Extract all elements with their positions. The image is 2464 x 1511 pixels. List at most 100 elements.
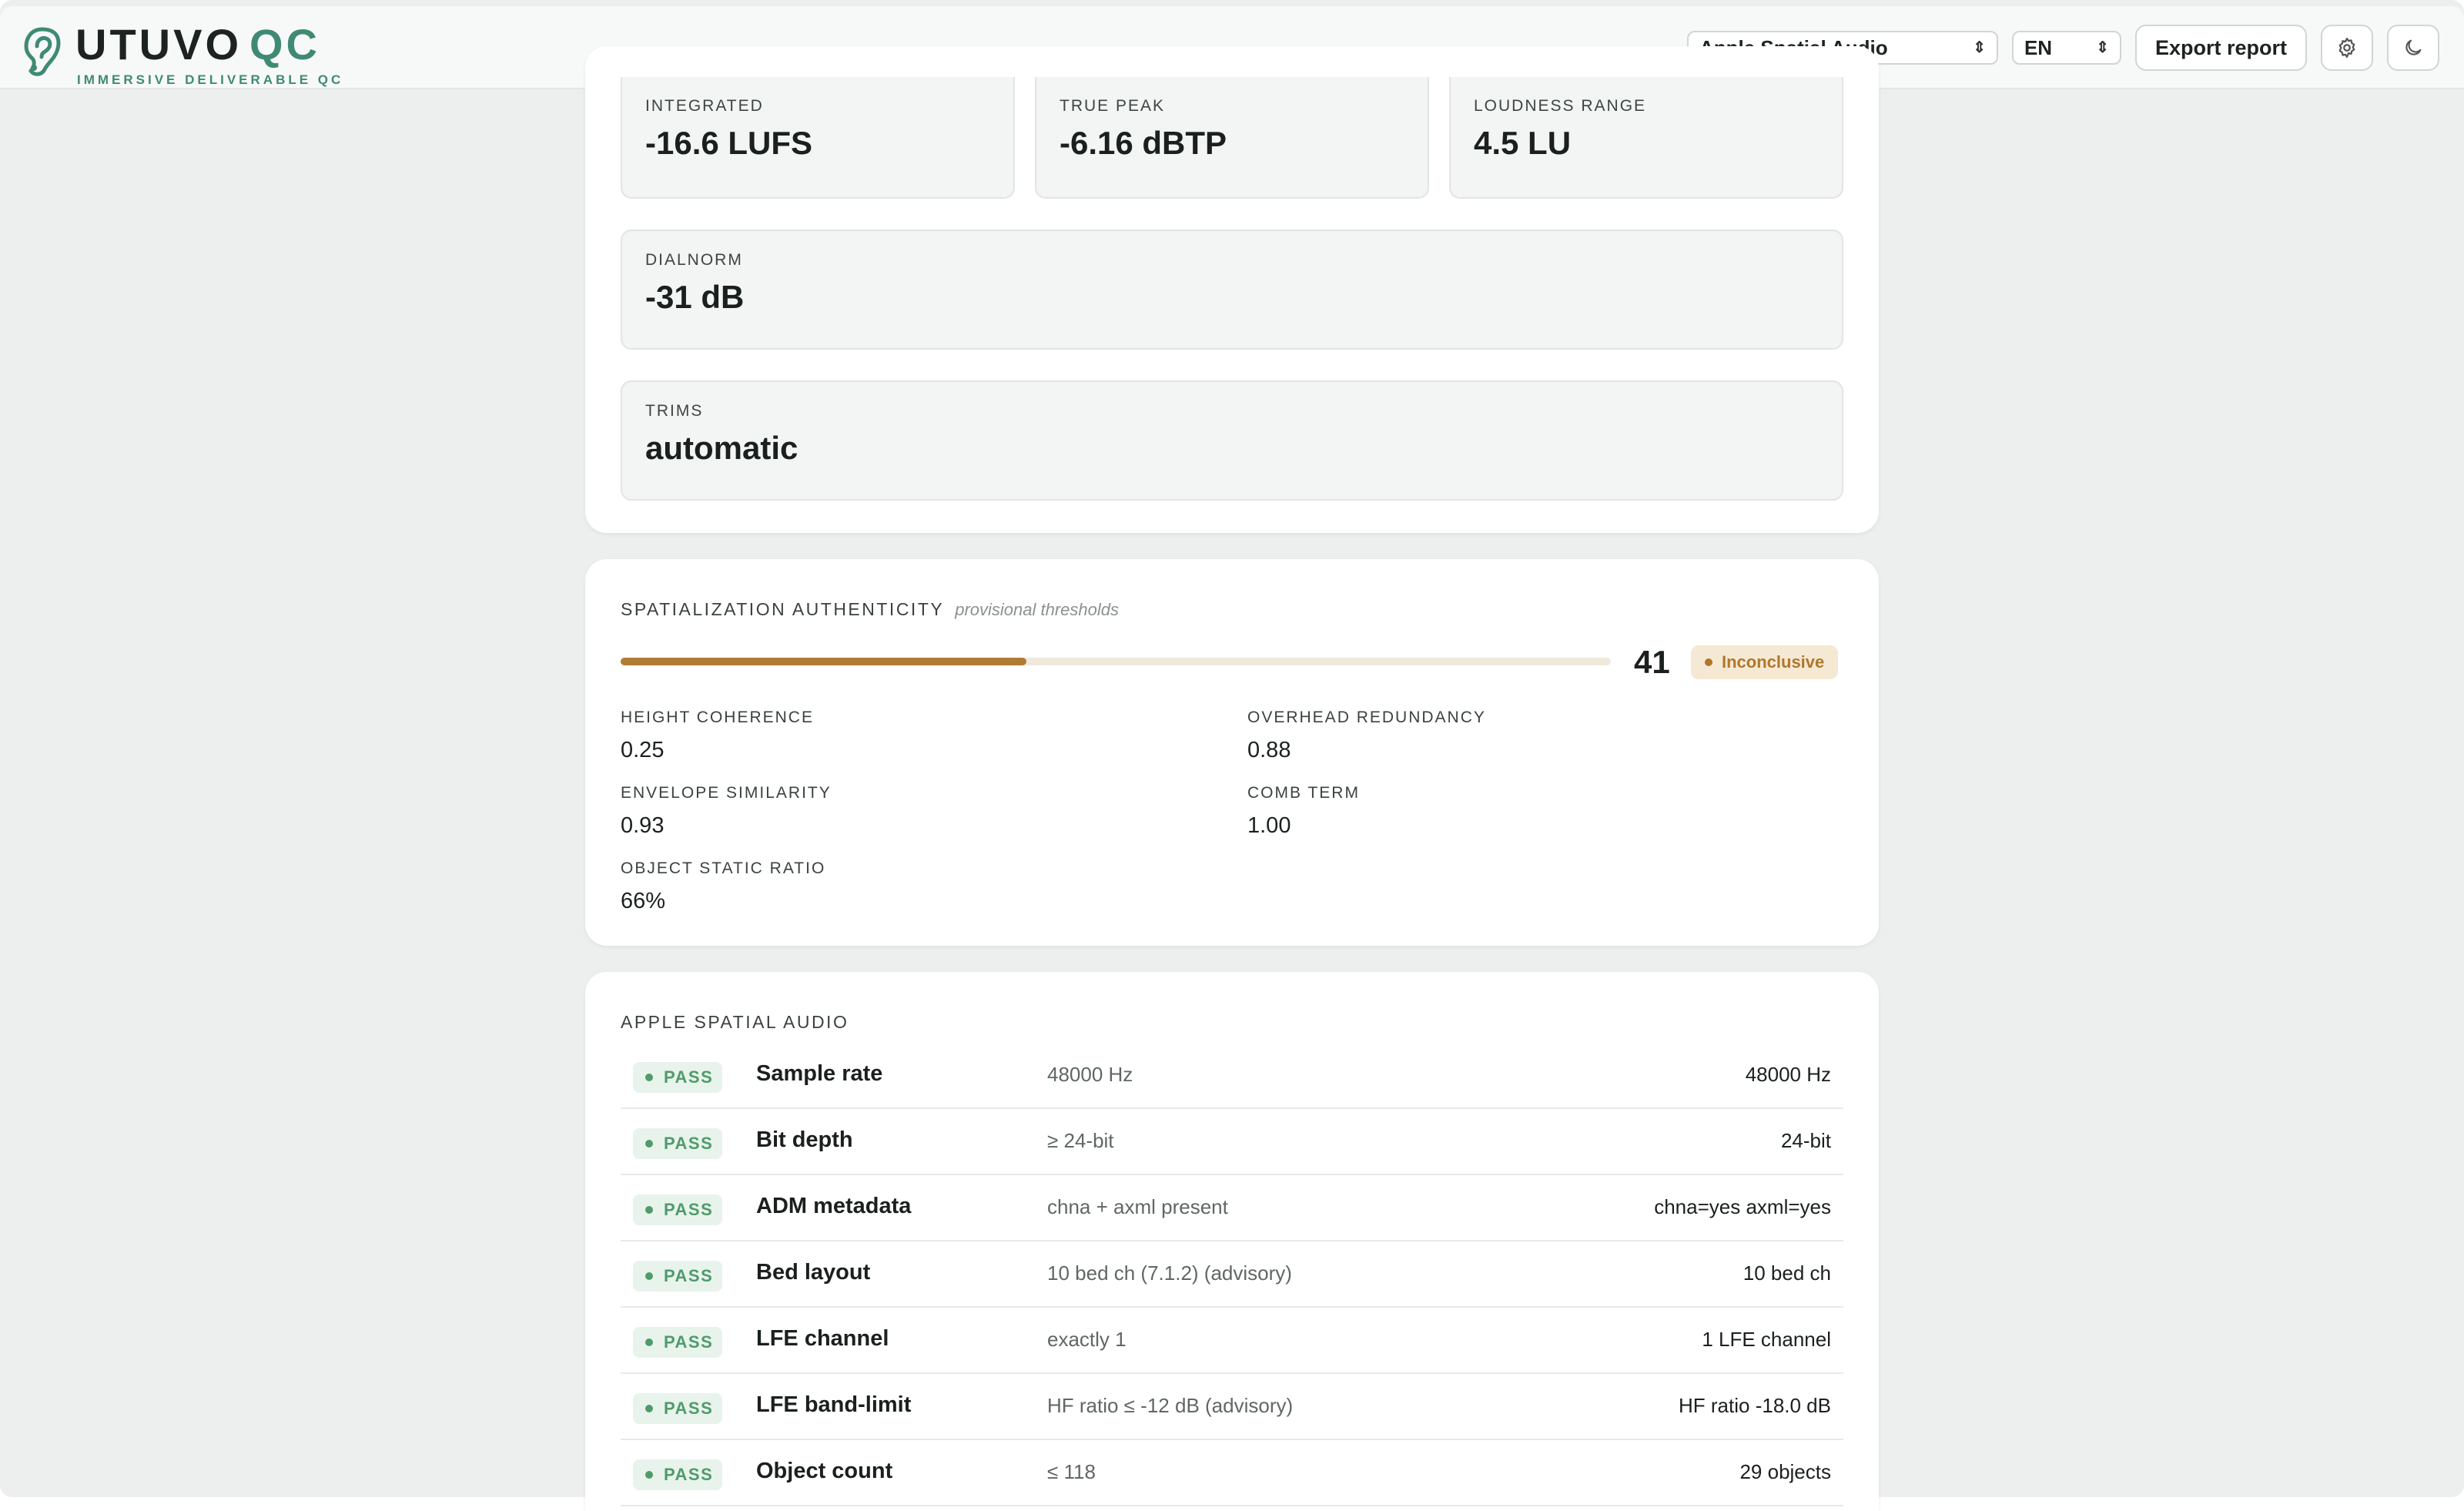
spatialization-note: provisional thresholds [955,600,1119,619]
moon-icon [2405,39,2422,55]
check-row[interactable]: PASS LFE channel exactly 1 1 LFE channel [621,1308,1843,1374]
check-name: Bit depth [756,1127,853,1152]
pass-badge-label: PASS [664,1399,714,1418]
metric-value: 0.25 [621,738,665,762]
profile-checks-card: APPLE SPATIAL AUDIO PASS Sample rate 48000… [585,972,1879,1511]
check-requirement: chna + axml present [1047,1195,1228,1218]
status-dot-icon [645,1471,653,1479]
check-row[interactable]: PASS Sample rate 48000 Hz 48000 Hz [621,1043,1843,1109]
check-result: HF ratio -18.0 dB [1679,1394,1831,1417]
metric-overhead-redundancy: OVERHEAD REDUNDANCY 0.88 [1247,709,1486,763]
ear-logo-icon [24,27,61,76]
integrated-label: INTEGRATED [645,97,764,115]
chevron-updown-icon: ⇕ [1973,39,1986,56]
authenticity-score-fill [621,658,1027,665]
metric-value: 0.93 [621,813,665,838]
check-name: LFE channel [756,1326,889,1351]
metric-object-static-ratio: OBJECT STATIC RATIO 66% [621,859,825,914]
check-name: ADM metadata [756,1194,912,1218]
loudness-range-value: 4.5 LU [1474,125,1572,161]
pass-badge-label: PASS [664,1200,714,1219]
status-dot-icon [645,1140,653,1147]
check-requirement: ≤ 118 [1047,1460,1096,1483]
trims-label: TRIMS [645,402,704,420]
metric-label: ENVELOPE SIMILARITY [621,784,832,802]
trims-tile: TRIMS automatic [621,380,1843,501]
pass-badge-label: PASS [664,1465,714,1484]
pass-badge-label: PASS [664,1332,714,1352]
logo-main-text: UTUVO [75,20,242,69]
check-result: 10 bed ch [1743,1261,1831,1285]
dialnorm-value: -31 dB [645,279,745,315]
pass-badge: PASS [633,1393,722,1424]
app-window: UTUVOQC IMMERSIVE DELIVERABLE QC Apple S… [0,0,2464,1511]
metric-comb-term: COMB TERM 1.00 [1247,784,1360,839]
pass-badge: PASS [633,1128,722,1159]
true-peak-value: -6.16 dBTP [1060,125,1227,161]
check-result: 1 LFE channel [1702,1328,1831,1351]
check-result: chna=yes axml=yes [1654,1195,1831,1218]
authenticity-score: 41 [1634,644,1670,680]
check-requirement: ≥ 24-bit [1047,1129,1114,1152]
status-dot-icon [1705,658,1712,666]
true-peak-tile: TRUE PEAK -6.16 dBTP [1035,77,1429,199]
spatialization-title: SPATIALIZATION AUTHENTICITY provisional t… [621,599,1119,620]
integrated-value: -16.6 LUFS [645,125,813,161]
metric-label: OVERHEAD REDUNDANCY [1247,709,1486,726]
logo-wordmark: UTUVO QC [75,22,320,68]
status-dot-icon [645,1405,653,1412]
trims-value: automatic [645,430,798,466]
pass-badge: PASS [633,1327,722,1358]
check-result: 24-bit [1780,1129,1831,1152]
language-select-value: EN [2024,35,2053,59]
theme-toggle-button[interactable] [2387,25,2439,71]
logo-accent-text: QC [249,20,320,69]
authenticity-score-bar [621,658,1611,665]
pass-badge-label: PASS [664,1266,714,1285]
settings-button[interactable] [2321,25,2373,71]
status-badge-label: Inconclusive [1722,652,1825,672]
check-requirement: exactly 1 [1047,1328,1127,1351]
metric-value: 0.88 [1247,738,1291,762]
pass-badge: PASS [633,1194,722,1225]
export-report-button[interactable]: Export report [2134,25,2307,71]
status-dot-icon [645,1272,653,1280]
check-requirement: HF ratio ≤ -12 dB (advisory) [1047,1394,1294,1417]
loudness-range-label: LOUDNESS RANGE [1474,97,1647,115]
checks-title: APPLE SPATIAL AUDIO [621,1012,849,1032]
status-dot-icon [645,1206,653,1214]
check-row[interactable]: PASS LFE band-limit HF ratio ≤ -12 dB (adv… [621,1374,1843,1440]
dialnorm-label: DIALNORM [645,251,743,269]
check-row[interactable]: PASS Bit depth ≥ 24-bit 24-bit [621,1109,1843,1175]
check-result: 48000 Hz [1745,1063,1831,1086]
metric-label: OBJECT STATIC RATIO [621,859,826,877]
true-peak-label: TRUE PEAK [1060,97,1166,115]
spatialization-card: SPATIALIZATION AUTHENTICITY provisional t… [585,559,1879,946]
metric-height-coherence: HEIGHT COHERENCE 0.25 [621,709,814,763]
check-name: Object count [756,1459,893,1483]
loudness-card: INTEGRATED -16.6 LUFS TRUE PEAK -6.16 dB… [585,46,1879,533]
pass-badge: PASS [633,1459,722,1490]
pass-badge: PASS [633,1261,722,1292]
export-report-label: Export report [2154,35,2287,59]
metric-label: COMB TERM [1247,784,1360,802]
status-dot-icon [645,1338,653,1346]
metric-value: 66% [621,889,666,913]
chevron-updown-icon: ⇕ [2096,39,2109,56]
pass-badge: PASS [633,1062,722,1093]
check-row[interactable]: PASS ADM metadata chna + axml present chna=… [621,1175,1843,1241]
gear-icon [2338,38,2355,58]
check-name: LFE band-limit [756,1392,912,1417]
status-dot-icon [645,1074,653,1081]
check-row[interactable]: PASS Object count ≤ 118 29 objects [621,1440,1843,1506]
spatialization-title-text: SPATIALIZATION AUTHENTICITY [621,599,945,619]
metric-envelope-similarity: ENVELOPE SIMILARITY 0.93 [621,784,832,839]
check-requirement: 48000 Hz [1047,1063,1133,1086]
metric-value: 1.00 [1247,813,1291,838]
check-requirement: 10 bed ch (7.1.2) (advisory) [1047,1261,1292,1285]
check-row[interactable]: PASS Bed layout 10 bed ch (7.1.2) (advisor… [621,1241,1843,1308]
language-select[interactable]: EN ⇕ [2011,31,2121,65]
check-name: Bed layout [756,1260,871,1285]
dialnorm-tile: DIALNORM -31 dB [621,229,1843,350]
metric-label: HEIGHT COHERENCE [621,709,814,726]
